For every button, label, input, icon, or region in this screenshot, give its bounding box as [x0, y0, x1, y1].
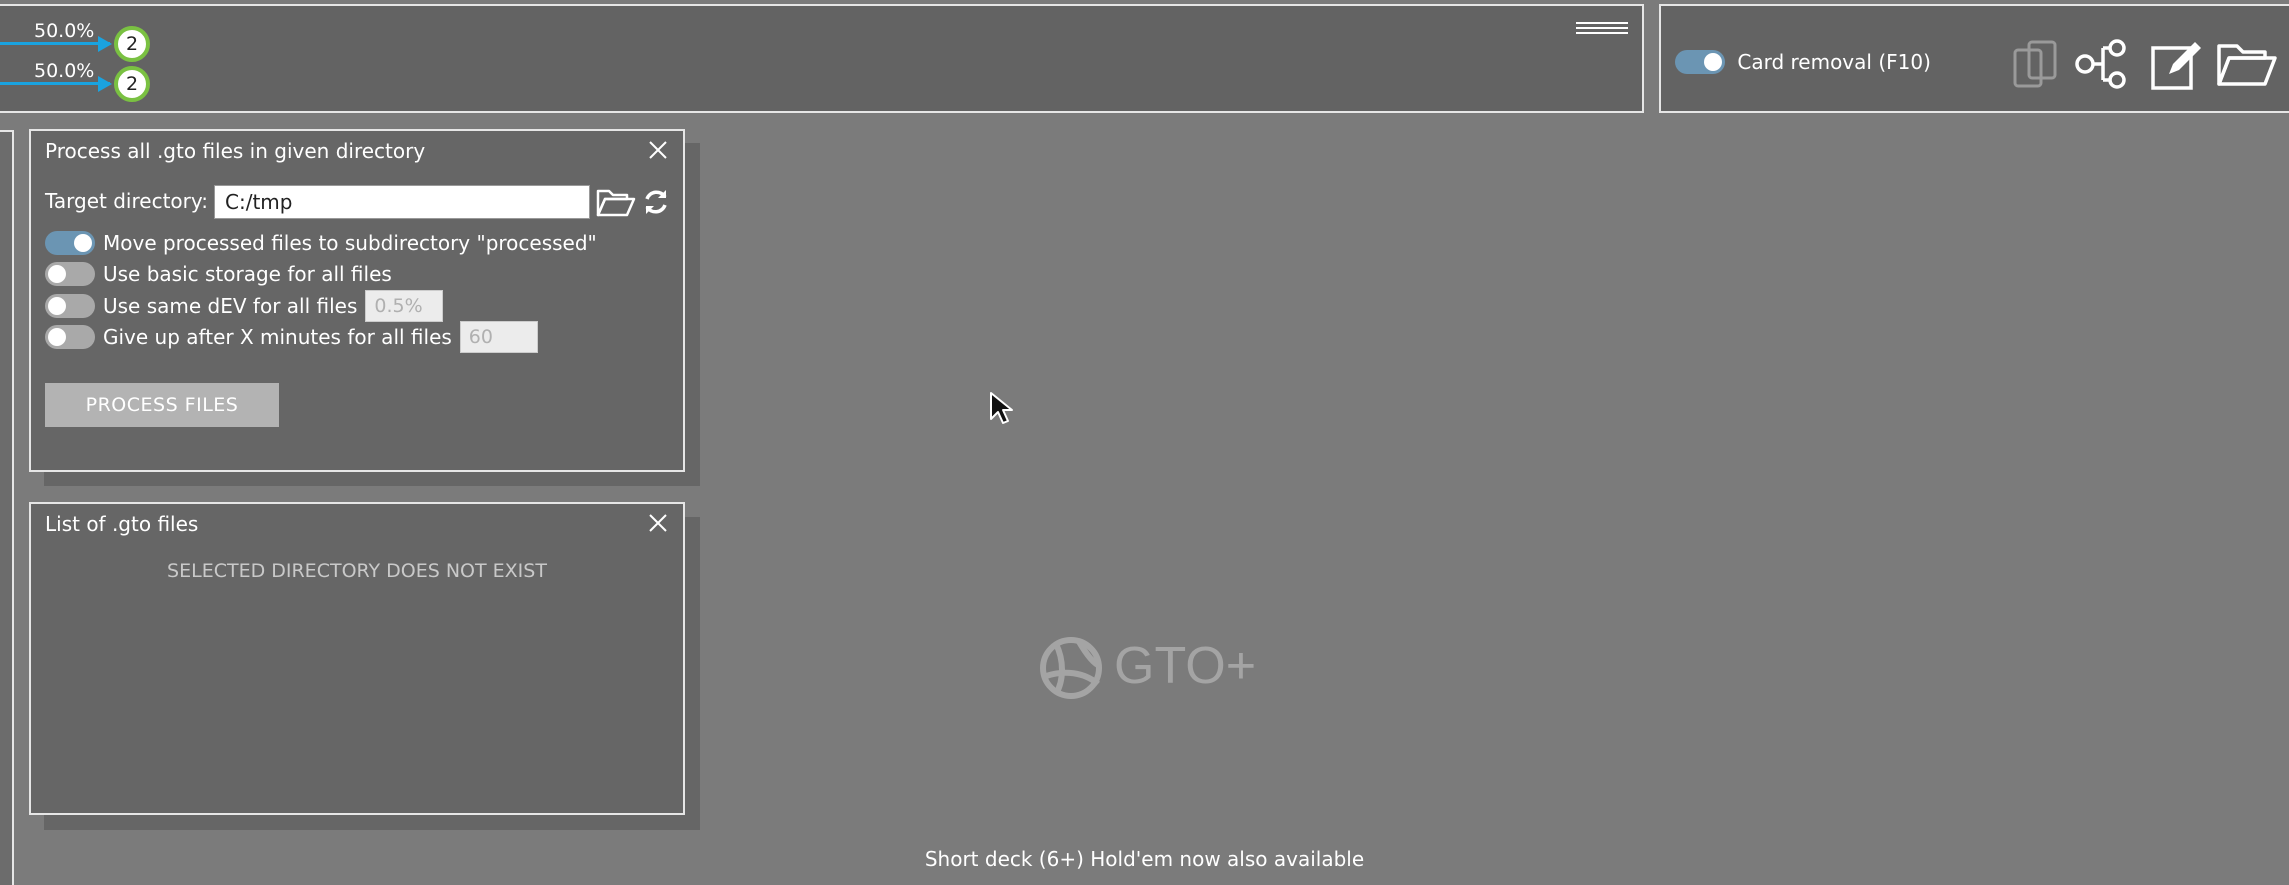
- process-files-panel: Process all .gto files in given director…: [29, 129, 685, 472]
- target-directory-label: Target directory:: [45, 189, 208, 213]
- arrow-right-icon: [98, 36, 112, 52]
- right-toolbar: Card removal (F10): [1659, 4, 2289, 113]
- ev-row-1[interactable]: 50.0% 2: [0, 12, 158, 62]
- dev-input[interactable]: 0.5%: [365, 290, 444, 322]
- refresh-icon[interactable]: [641, 187, 671, 217]
- same-dev-toggle[interactable]: [45, 294, 95, 318]
- count-badge: 2: [114, 66, 150, 102]
- option-label: Use same dEV for all files: [103, 294, 358, 318]
- panel-title: Process all .gto files in given director…: [45, 139, 426, 163]
- mouse-cursor-icon: [990, 392, 1013, 424]
- card-removal-toggle[interactable]: [1675, 49, 1725, 74]
- empty-list-message: SELECTED DIRECTORY DOES NOT EXIST: [167, 560, 547, 582]
- card-removal-toggle-row[interactable]: Card removal (F10): [1675, 48, 1931, 74]
- copy-icon[interactable]: [2009, 36, 2065, 92]
- top-bar: 50.0% 2 50.0% 2: [0, 4, 1644, 113]
- ev-line: [0, 82, 110, 85]
- option-label: Use basic storage for all files: [103, 262, 392, 286]
- logo-mark-icon: [1040, 637, 1102, 699]
- ev-percent: 50.0%: [34, 20, 95, 42]
- folder-open-icon[interactable]: [2215, 36, 2279, 92]
- option-same-dev[interactable]: Use same dEV for all files 0.5%: [45, 290, 444, 322]
- move-processed-toggle[interactable]: [45, 231, 95, 255]
- option-label: Move processed files to subdirectory "pr…: [103, 231, 597, 255]
- option-basic-storage[interactable]: Use basic storage for all files: [45, 262, 392, 286]
- hamburger-menu-icon[interactable]: [1576, 22, 1628, 38]
- gto-plus-logo: GTO+: [1034, 630, 1274, 704]
- option-move-processed[interactable]: Move processed files to subdirectory "pr…: [45, 231, 597, 255]
- gto-files-list-panel: List of .gto files SELECTED DIRECTORY DO…: [29, 502, 685, 815]
- logo-text: GTO+: [1114, 637, 1257, 695]
- panel-title: List of .gto files: [45, 512, 199, 536]
- close-icon[interactable]: [647, 139, 669, 161]
- tree-icon[interactable]: [2073, 36, 2129, 92]
- basic-storage-toggle[interactable]: [45, 262, 95, 286]
- left-panel-edge: ): [0, 130, 14, 885]
- footer-message: Short deck (6+) Hold'em now also availab…: [924, 847, 1365, 871]
- ev-row-2[interactable]: 50.0% 2: [0, 52, 158, 102]
- close-icon[interactable]: [647, 512, 669, 534]
- ev-percent: 50.0%: [34, 60, 95, 82]
- option-label: Give up after X minutes for all files: [103, 325, 452, 349]
- folder-open-icon[interactable]: [596, 185, 636, 219]
- edit-icon[interactable]: [2149, 36, 2205, 92]
- card-removal-label: Card removal (F10): [1737, 49, 1931, 74]
- ev-line: [0, 42, 110, 45]
- minutes-input[interactable]: 60: [459, 321, 538, 353]
- process-files-button[interactable]: PROCESS FILES: [45, 383, 279, 427]
- give-up-toggle[interactable]: [45, 325, 95, 349]
- option-give-up[interactable]: Give up after X minutes for all files 60: [45, 321, 538, 353]
- arrow-right-icon: [98, 76, 112, 92]
- target-directory-input[interactable]: [214, 185, 590, 219]
